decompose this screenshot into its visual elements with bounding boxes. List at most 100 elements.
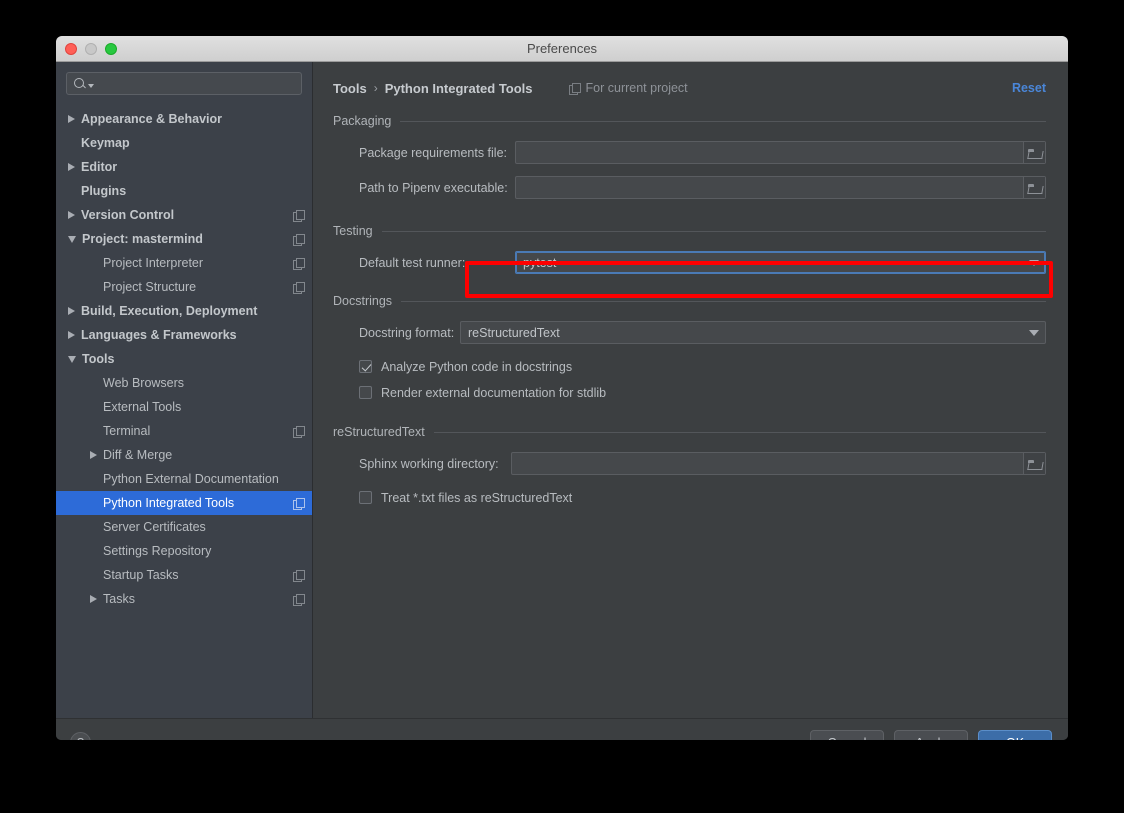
sidebar-item-label: Keymap [81, 136, 130, 150]
chevron-down-icon[interactable] [1023, 330, 1045, 336]
chevron-right-icon[interactable] [90, 595, 97, 603]
sidebar-item-label: Tools [82, 352, 114, 366]
sidebar-item-project-structure[interactable]: Project Structure [56, 275, 312, 299]
close-button[interactable] [65, 43, 77, 55]
default-test-runner-row: Default test runner: pytest [333, 251, 1046, 274]
sidebar-item-label: Diff & Merge [103, 448, 172, 462]
project-scope-icon [293, 282, 304, 293]
analyze-docstrings-checkbox[interactable] [359, 360, 372, 373]
settings-tree: Appearance & Behavior Keymap Editor Plugins… [56, 105, 312, 718]
section-divider [434, 432, 1046, 433]
pipenv-field[interactable] [515, 176, 1046, 199]
sidebar-item-startup-tasks[interactable]: Startup Tasks [56, 563, 312, 587]
sidebar-item-label: Python External Documentation [103, 472, 279, 486]
pipenv-browse-button[interactable] [1023, 177, 1045, 198]
chevron-right-icon[interactable] [68, 331, 75, 339]
section-header-restructuredtext: reStructuredText [333, 425, 1046, 439]
sphinx-directory-field[interactable] [511, 452, 1046, 475]
search-input[interactable] [94, 77, 295, 91]
sidebar-item-label: Appearance & Behavior [81, 112, 222, 126]
dialog-footer: ? Cancel Apply OK [56, 718, 1068, 740]
docstring-format-label: Docstring format: [333, 326, 460, 340]
sidebar-item-label: Server Certificates [103, 520, 206, 534]
sidebar-item-version-control[interactable]: Version Control [56, 203, 312, 227]
project-scope-icon [293, 594, 304, 605]
section-title-testing: Testing [333, 224, 373, 238]
sidebar-item-build-execution-deployment[interactable]: Build, Execution, Deployment [56, 299, 312, 323]
window-titlebar: Preferences [56, 36, 1068, 62]
default-test-runner-label: Default test runner: [333, 256, 515, 270]
sidebar-item-server-certificates[interactable]: Server Certificates [56, 515, 312, 539]
sidebar-item-label: Plugins [81, 184, 126, 198]
project-scope-icon [293, 234, 304, 245]
render-external-docs-checkbox[interactable] [359, 386, 372, 399]
sidebar-item-external-tools[interactable]: External Tools [56, 395, 312, 419]
chevron-right-icon[interactable] [90, 451, 97, 459]
default-test-runner-value: pytest [516, 256, 1023, 270]
apply-button[interactable]: Apply [894, 730, 968, 741]
sidebar-item-project-interpreter[interactable]: Project Interpreter [56, 251, 312, 275]
search-wrapper [56, 72, 312, 105]
for-current-project: For current project [569, 81, 688, 95]
default-test-runner-combobox[interactable]: pytest [515, 251, 1046, 274]
project-scope-icon [569, 83, 580, 94]
package-requirements-label: Package requirements file: [333, 146, 515, 160]
dialog-buttons: Cancel Apply OK [810, 730, 1052, 741]
project-scope-icon [293, 258, 304, 269]
package-requirements-field[interactable] [515, 141, 1046, 164]
chevron-down-icon[interactable] [68, 236, 76, 243]
folder-icon [1028, 459, 1041, 469]
folder-icon [1028, 183, 1041, 193]
sidebar-item-tools[interactable]: Tools [56, 347, 312, 371]
help-button[interactable]: ? [70, 732, 91, 740]
sidebar-item-diff-merge[interactable]: Diff & Merge [56, 443, 312, 467]
sidebar-item-settings-repository[interactable]: Settings Repository [56, 539, 312, 563]
section-title-packaging: Packaging [333, 114, 391, 128]
chevron-right-icon[interactable] [68, 163, 75, 171]
sphinx-directory-input[interactable] [512, 457, 1023, 471]
section-divider [401, 301, 1046, 302]
package-requirements-browse-button[interactable] [1023, 142, 1045, 163]
settings-search-box[interactable] [66, 72, 302, 95]
settings-sidebar: Appearance & Behavior Keymap Editor Plugins… [56, 62, 313, 718]
treat-txt-checkbox[interactable] [359, 491, 372, 504]
settings-detail-pane: Tools › Python Integrated Tools For curr… [313, 62, 1068, 718]
search-icon [73, 77, 87, 91]
chevron-right-icon[interactable] [68, 211, 75, 219]
sidebar-item-terminal[interactable]: Terminal [56, 419, 312, 443]
sidebar-item-editor[interactable]: Editor [56, 155, 312, 179]
breadcrumb-root[interactable]: Tools [333, 81, 367, 96]
sidebar-item-tasks[interactable]: Tasks [56, 587, 312, 611]
sidebar-item-appearance-behavior[interactable]: Appearance & Behavior [56, 107, 312, 131]
sidebar-item-label: External Tools [103, 400, 181, 414]
project-scope-icon [293, 498, 304, 509]
sidebar-item-keymap[interactable]: Keymap [56, 131, 312, 155]
section-title-restructuredtext: reStructuredText [333, 425, 425, 439]
breadcrumb-separator: › [374, 81, 378, 95]
ok-button[interactable]: OK [978, 730, 1052, 741]
sidebar-item-label: Tasks [103, 592, 135, 606]
sidebar-item-plugins[interactable]: Plugins [56, 179, 312, 203]
sidebar-item-project-mastermind[interactable]: Project: mastermind [56, 227, 312, 251]
pipenv-input[interactable] [516, 181, 1023, 195]
chevron-down-icon[interactable] [68, 356, 76, 363]
sphinx-directory-browse-button[interactable] [1023, 453, 1045, 474]
zoom-button[interactable] [105, 43, 117, 55]
chevron-down-icon[interactable] [1023, 260, 1045, 266]
analyze-docstrings-row: Analyze Python code in docstrings [333, 356, 1046, 377]
chevron-right-icon[interactable] [68, 115, 75, 123]
cancel-button[interactable]: Cancel [810, 730, 884, 741]
docstring-format-combobox[interactable]: reStructuredText [460, 321, 1046, 344]
sidebar-item-python-integrated-tools[interactable]: Python Integrated Tools [56, 491, 312, 515]
chevron-right-icon[interactable] [68, 307, 75, 315]
sidebar-item-web-browsers[interactable]: Web Browsers [56, 371, 312, 395]
sidebar-item-label: Web Browsers [103, 376, 184, 390]
sidebar-item-python-external-documentation[interactable]: Python External Documentation [56, 467, 312, 491]
reset-link[interactable]: Reset [1012, 81, 1046, 95]
docstring-format-row: Docstring format: reStructuredText [333, 321, 1046, 344]
package-requirements-input[interactable] [516, 146, 1023, 160]
sidebar-item-languages-frameworks[interactable]: Languages & Frameworks [56, 323, 312, 347]
minimize-button[interactable] [85, 43, 97, 55]
analyze-docstrings-label: Analyze Python code in docstrings [381, 360, 572, 374]
treat-txt-row: Treat *.txt files as reStructuredText [333, 487, 1046, 508]
